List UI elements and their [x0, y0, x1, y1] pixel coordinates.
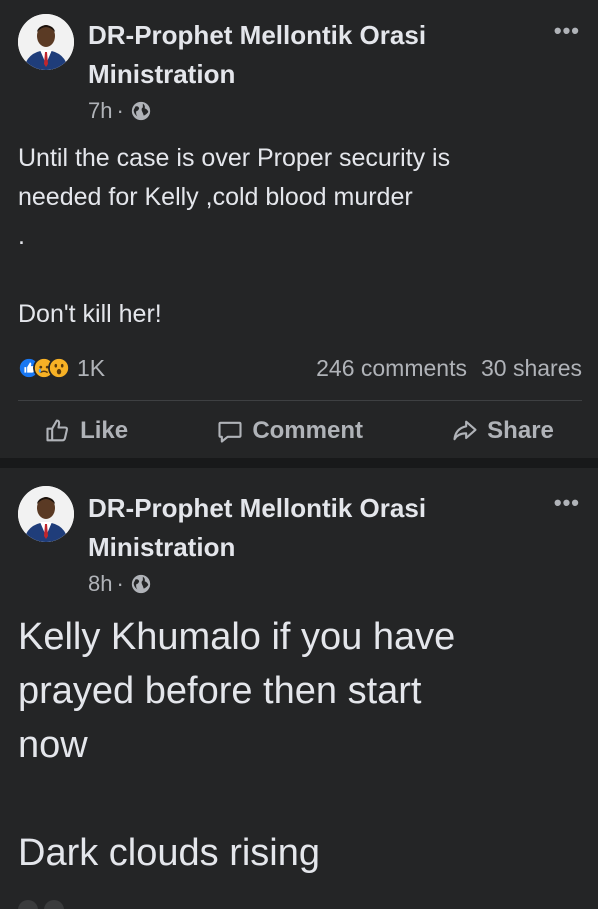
- divider: [18, 400, 582, 401]
- shares-count[interactable]: 30 shares: [481, 355, 582, 382]
- share-label: Share: [487, 417, 554, 444]
- reactions-summary[interactable]: 1K: [18, 355, 105, 382]
- feed-separator: [0, 458, 598, 468]
- reaction-peek: [18, 900, 38, 909]
- post-body-line: [18, 772, 583, 826]
- post-meta: 7h ·: [88, 98, 152, 124]
- more-options-button[interactable]: •••: [554, 492, 580, 514]
- reaction-count: 1K: [77, 354, 106, 381]
- post-author-name[interactable]: DR-Prophet Mellontik Orasi Ministration: [88, 16, 528, 94]
- like-button[interactable]: Like: [44, 417, 128, 445]
- comment-button[interactable]: Comment: [216, 417, 363, 445]
- post-body-line: Kelly Khumalo if you have: [18, 616, 456, 658]
- post-body-line: now: [18, 724, 88, 766]
- wow-reaction-icon: [48, 357, 70, 379]
- post-body-line: needed for Kelly ,cold blood murder: [18, 183, 413, 211]
- post-body-line: Until the case is over Proper security i…: [18, 144, 451, 172]
- post-body: Until the case is over Proper security i…: [18, 139, 578, 334]
- post-timestamp[interactable]: 8h: [88, 571, 112, 597]
- post-stats: 1K 246 comments 30 shares: [18, 352, 582, 384]
- comment-label: Comment: [252, 417, 363, 444]
- meta-separator: ·: [116, 571, 124, 596]
- comment-icon: [218, 421, 242, 443]
- author-avatar[interactable]: [18, 486, 74, 542]
- meta-separator: ·: [116, 98, 124, 123]
- post-timestamp[interactable]: 7h: [88, 98, 112, 124]
- thumbs-up-icon: [46, 419, 69, 442]
- avatar-image: [18, 486, 74, 542]
- post-card: DR-Prophet Mellontik Orasi Ministration …: [0, 468, 598, 909]
- comments-count[interactable]: 246 comments: [316, 355, 467, 382]
- post-author-name[interactable]: DR-Prophet Mellontik Orasi Ministration: [88, 489, 528, 567]
- post-body: Kelly Khumalo if you have prayed before …: [18, 610, 583, 880]
- share-arrow-icon: [453, 420, 477, 441]
- post-body-line: Dark clouds rising: [18, 832, 320, 874]
- reactions-summary-peek: [18, 900, 582, 909]
- more-options-button[interactable]: •••: [554, 20, 580, 42]
- reaction-peek: [44, 900, 64, 909]
- post-body-line: [18, 256, 578, 295]
- post-body-line: .: [18, 222, 25, 250]
- author-avatar[interactable]: [18, 14, 74, 70]
- post-meta: 8h ·: [88, 571, 152, 597]
- share-button[interactable]: Share: [451, 417, 554, 445]
- like-label: Like: [80, 417, 129, 444]
- post-card: DR-Prophet Mellontik Orasi Ministration …: [0, 0, 598, 458]
- post-body-line: prayed before then start: [18, 670, 422, 712]
- globe-icon: [131, 101, 150, 121]
- avatar-image: [18, 14, 74, 70]
- post-actions: Like Comment Share: [0, 410, 598, 452]
- post-body-line: Don't kill her!: [18, 300, 162, 328]
- globe-icon: [131, 574, 150, 594]
